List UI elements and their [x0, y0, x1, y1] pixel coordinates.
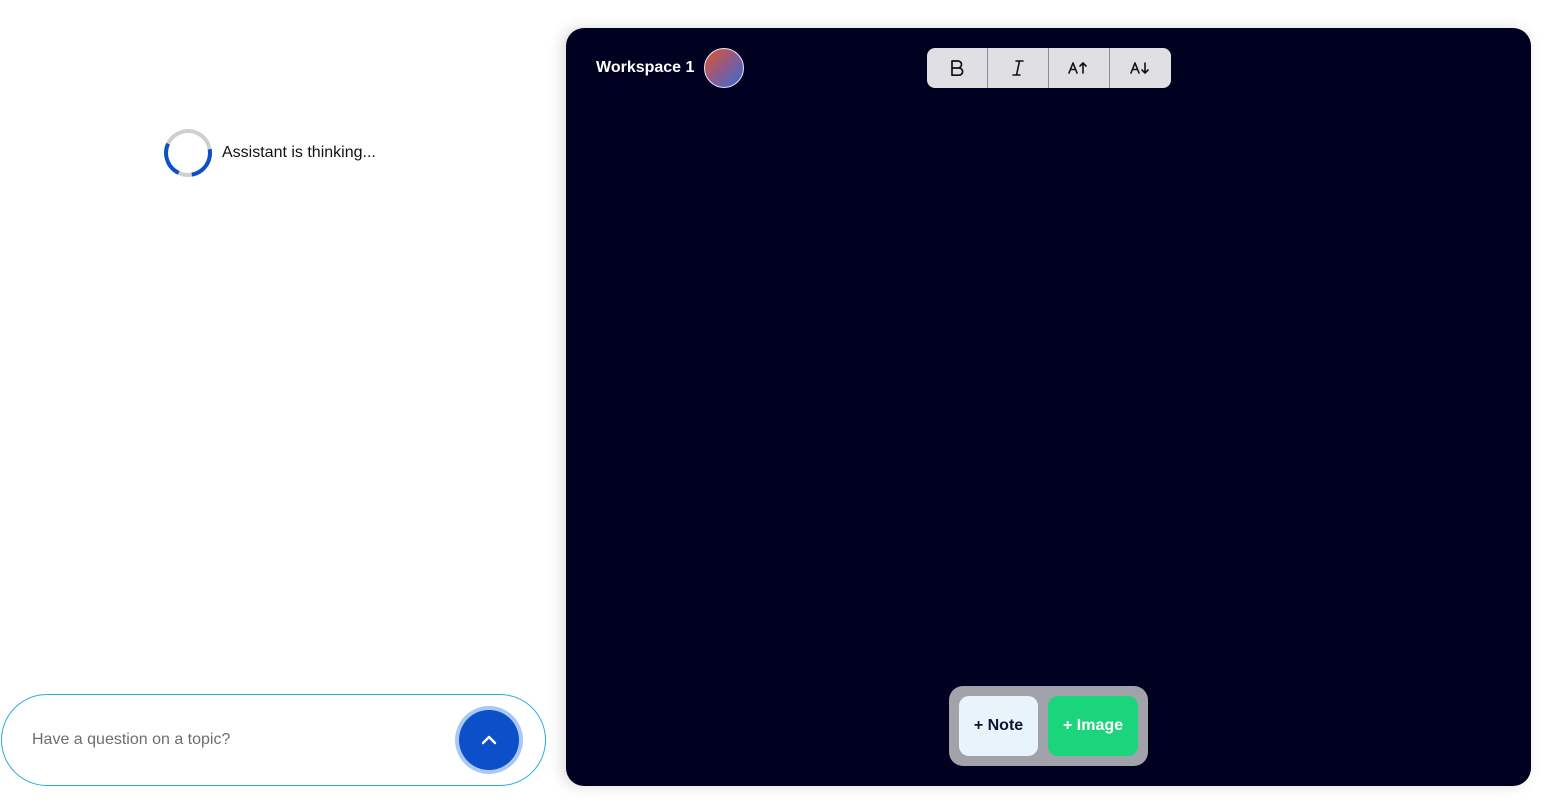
bold-button[interactable]: [927, 48, 988, 88]
add-note-button[interactable]: + Note: [959, 696, 1038, 756]
workspace-title: Workspace 1: [596, 59, 695, 76]
add-content-bar: + Note + Image: [949, 686, 1148, 766]
loading-spinner-icon: [157, 122, 219, 184]
add-image-button[interactable]: + Image: [1048, 696, 1138, 756]
font-size-increase-icon: [1068, 62, 1087, 74]
chat-pane: Assistant is thinking...: [0, 0, 556, 809]
workspace-canvas[interactable]: Workspace 1 + Note + Image: [566, 28, 1531, 786]
send-button[interactable]: [459, 710, 519, 770]
italic-icon: [1012, 60, 1024, 76]
chat-composer: [1, 694, 546, 786]
italic-button[interactable]: [988, 48, 1049, 88]
increase-font-button[interactable]: [1049, 48, 1110, 88]
decrease-font-button[interactable]: [1110, 48, 1171, 88]
workspace-header: Workspace 1: [596, 48, 745, 88]
user-avatar[interactable]: [704, 48, 745, 88]
chevron-up-icon: [481, 735, 497, 745]
question-input[interactable]: [30, 730, 459, 750]
font-size-decrease-icon: [1129, 62, 1149, 74]
bold-icon: [951, 60, 964, 77]
format-toolbar: [927, 48, 1171, 88]
thinking-status-text: Assistant is thinking...: [222, 144, 376, 161]
assistant-thinking-indicator: Assistant is thinking...: [157, 122, 376, 184]
